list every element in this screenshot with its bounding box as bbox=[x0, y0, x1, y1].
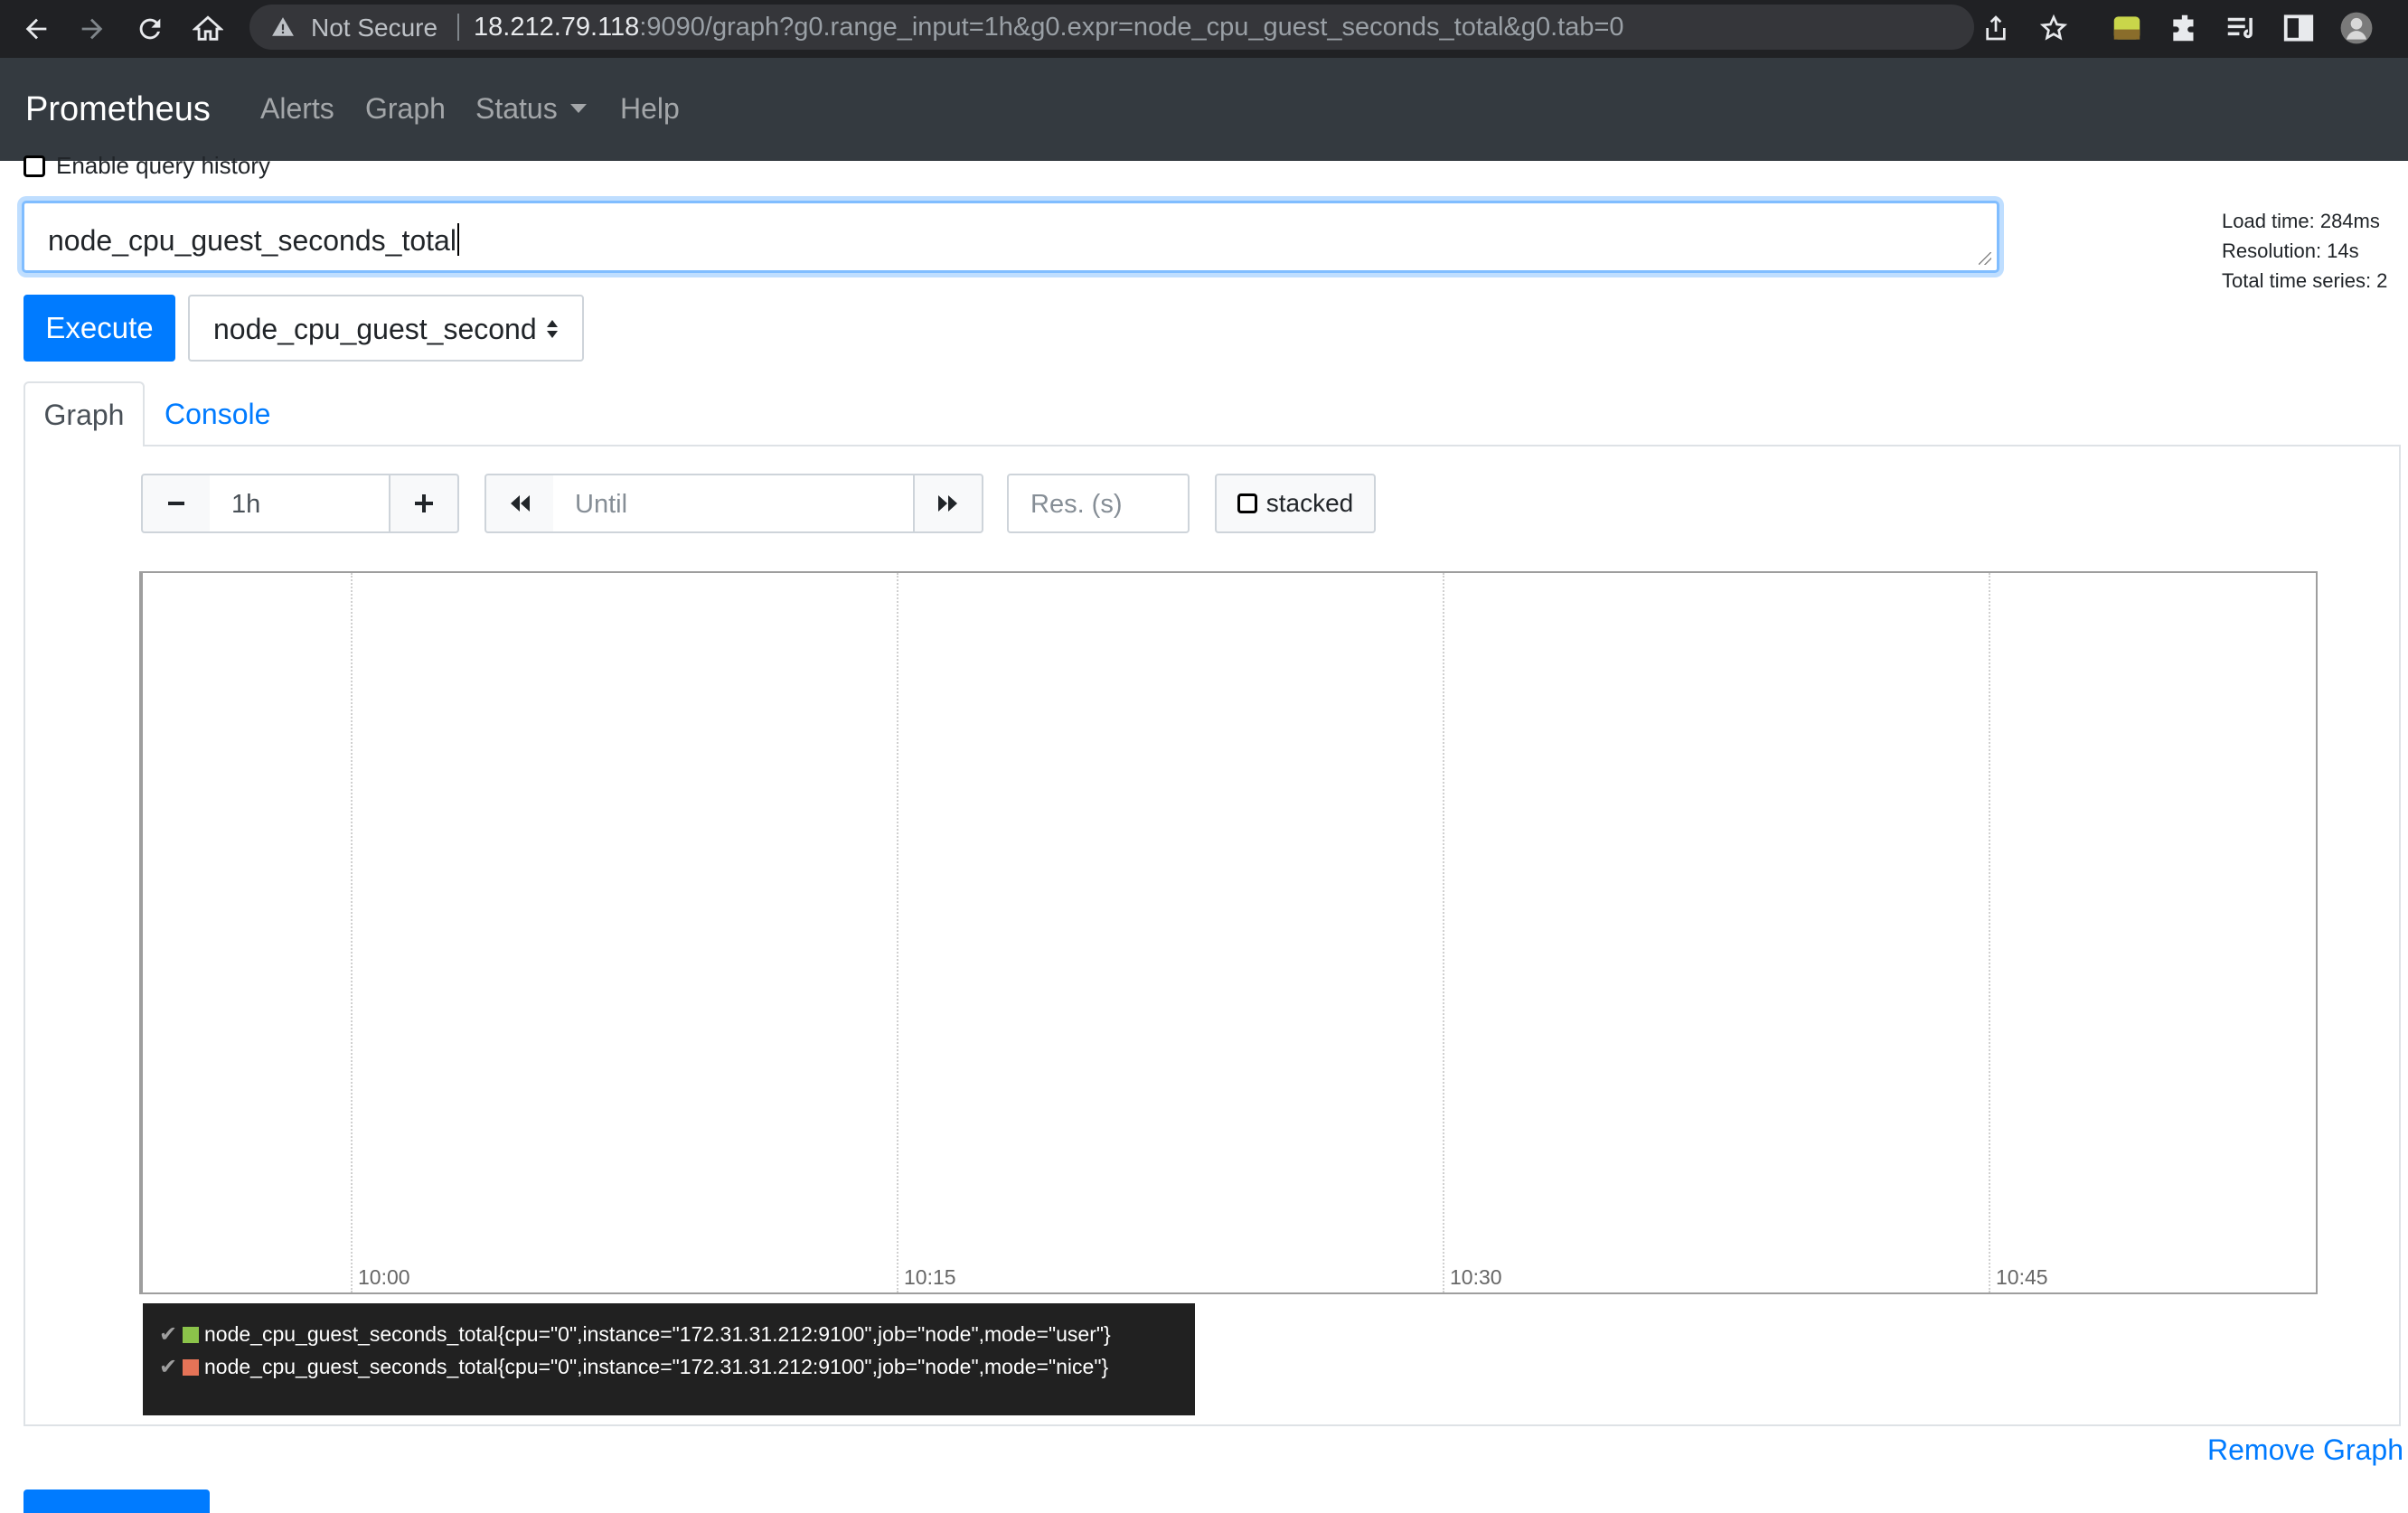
query-history-toggle[interactable]: Enable query history bbox=[24, 152, 270, 180]
legend-item-user[interactable]: ✔ node_cpu_guest_seconds_total{cpu="0",i… bbox=[159, 1321, 1111, 1348]
remove-graph-link[interactable]: Remove Graph bbox=[2207, 1433, 2403, 1467]
chevron-down-icon bbox=[569, 104, 587, 113]
range-increase-button[interactable] bbox=[389, 474, 459, 533]
graph-canvas[interactable]: 10:00 10:15 10:30 10:45 bbox=[141, 571, 2318, 1294]
range-decrease-button[interactable] bbox=[141, 474, 212, 533]
nav-status[interactable]: Status bbox=[475, 92, 587, 126]
legend-label-user: node_cpu_guest_seconds_total{cpu="0",ins… bbox=[204, 1322, 1111, 1346]
profile-avatar-icon[interactable] bbox=[2339, 11, 2374, 45]
query-stats: Load time: 284ms Resolution: 14s Total t… bbox=[2222, 206, 2387, 296]
warning-icon[interactable] bbox=[271, 15, 295, 39]
add-graph-button[interactable] bbox=[24, 1490, 210, 1513]
omnibox-divider bbox=[457, 14, 459, 41]
address-bar[interactable]: Not Secure 18.212.79.118:9090/graph?g0.r… bbox=[249, 5, 2068, 50]
url-text[interactable]: 18.212.79.118:9090/graph?g0.range_input=… bbox=[474, 13, 1624, 42]
reload-icon[interactable] bbox=[130, 9, 170, 49]
extension-icon[interactable] bbox=[2110, 11, 2144, 45]
plus-icon bbox=[415, 494, 433, 512]
stacked-toggle-button[interactable]: stacked bbox=[1215, 474, 1376, 533]
legend-item-nice[interactable]: ✔ node_cpu_guest_seconds_total{cpu="0",i… bbox=[159, 1354, 1108, 1380]
x-tick-label: 10:45 bbox=[1996, 1265, 2048, 1289]
graph-legend: ✔ node_cpu_guest_seconds_total{cpu="0",i… bbox=[143, 1303, 1195, 1415]
expression-input[interactable]: node_cpu_guest_seconds_total bbox=[22, 201, 1999, 273]
select-updown-icon bbox=[547, 320, 558, 338]
share-icon[interactable] bbox=[1981, 14, 2010, 42]
check-icon: ✔ bbox=[159, 1355, 178, 1379]
query-history-checkbox[interactable] bbox=[24, 155, 45, 177]
media-playlist-icon[interactable] bbox=[2224, 11, 2258, 45]
until-input[interactable]: Until bbox=[553, 474, 915, 533]
legend-label-nice: node_cpu_guest_seconds_total{cpu="0",ins… bbox=[204, 1355, 1109, 1378]
security-label[interactable]: Not Secure bbox=[311, 14, 437, 42]
range-input[interactable]: 1h bbox=[210, 474, 390, 533]
x-gridline bbox=[1989, 573, 1990, 1292]
series-swatch-user bbox=[183, 1326, 199, 1343]
home-icon[interactable] bbox=[188, 9, 228, 49]
x-tick-label: 10:00 bbox=[358, 1265, 410, 1289]
expression-text: node_cpu_guest_seconds_total bbox=[48, 224, 456, 257]
minus-icon bbox=[168, 502, 184, 505]
tab-graph[interactable]: Graph bbox=[24, 381, 145, 446]
brand-logo[interactable]: Prometheus bbox=[25, 90, 211, 129]
back-arrow-icon[interactable] bbox=[16, 9, 56, 49]
text-cursor bbox=[456, 223, 459, 256]
resolution-placeholder: Res. (s) bbox=[1030, 490, 1123, 519]
tab-console[interactable]: Console bbox=[165, 398, 270, 431]
bookmark-star-icon[interactable] bbox=[2039, 14, 2068, 42]
query-history-label: Enable query history bbox=[56, 152, 271, 179]
x-tick-label: 10:15 bbox=[904, 1265, 956, 1289]
prometheus-navbar: Prometheus Alerts Graph Status Help bbox=[0, 58, 2408, 161]
stacked-label: stacked bbox=[1265, 489, 1354, 517]
x-gridline bbox=[351, 573, 353, 1292]
browser-toolbar: Not Secure 18.212.79.118:9090/graph?g0.r… bbox=[0, 0, 2408, 58]
series-swatch-nice bbox=[183, 1358, 199, 1376]
check-icon: ✔ bbox=[159, 1322, 178, 1347]
forward-icon bbox=[938, 495, 957, 512]
side-panel-icon[interactable] bbox=[2281, 11, 2316, 45]
nav-help[interactable]: Help bbox=[620, 92, 680, 126]
metric-select-value: node_cpu_guest_seconds_total bbox=[213, 313, 535, 345]
total-series-stat: Total time series: 2 bbox=[2222, 269, 2388, 292]
until-placeholder: Until bbox=[575, 490, 628, 519]
resize-grip-icon[interactable] bbox=[1979, 252, 1991, 265]
execute-button[interactable]: Execute bbox=[24, 295, 175, 362]
nav-graph[interactable]: Graph bbox=[365, 92, 446, 126]
nav-alerts[interactable]: Alerts bbox=[260, 92, 334, 126]
resolution-stat: Resolution: 14s bbox=[2222, 240, 2359, 262]
x-gridline bbox=[1443, 573, 1444, 1292]
metric-select[interactable]: node_cpu_guest_seconds_total bbox=[188, 295, 584, 362]
x-tick-label: 10:30 bbox=[1450, 1265, 1502, 1289]
time-back-button[interactable] bbox=[484, 474, 555, 533]
puzzle-icon[interactable] bbox=[2168, 11, 2202, 45]
resolution-input[interactable]: Res. (s) bbox=[1007, 474, 1190, 533]
forward-arrow-icon[interactable] bbox=[72, 9, 112, 49]
x-gridline bbox=[897, 573, 898, 1292]
load-time: Load time: 284ms bbox=[2222, 210, 2380, 232]
backward-icon bbox=[511, 495, 530, 512]
stacked-checkbox bbox=[1237, 493, 1257, 513]
time-forward-button[interactable] bbox=[913, 474, 983, 533]
